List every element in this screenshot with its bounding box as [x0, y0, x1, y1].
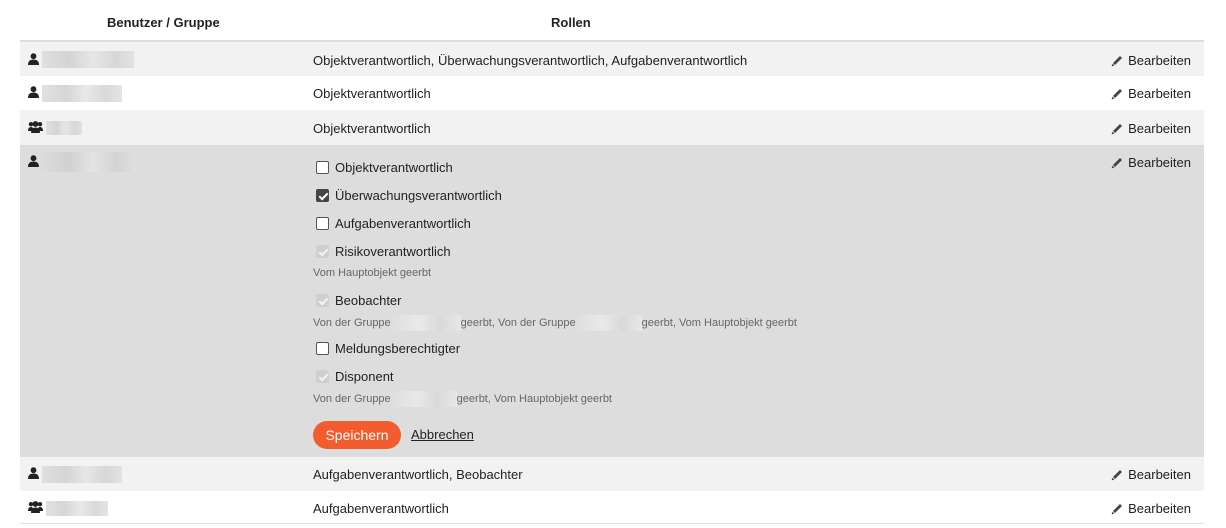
inheritance-note: Von der Gruppe geerbt, Von der Gruppe geer…: [313, 315, 797, 331]
checkbox-disabled: [316, 294, 329, 307]
edit-label: Bearbeiten: [1128, 501, 1191, 516]
table-row: Objektverantwortlich Bearbeiten: [20, 110, 1204, 145]
column-header-user-group: Benutzer / Gruppe: [107, 15, 220, 30]
pencil-icon: [1111, 504, 1123, 515]
redacted-group: [390, 391, 457, 407]
redacted-name: [42, 85, 122, 102]
note-text: geerbt, Vom Hauptobjekt geerbt: [456, 392, 612, 405]
edit-label: Bearbeiten: [1128, 53, 1191, 68]
pencil-icon: [1111, 124, 1123, 135]
option-label: Objektverantwortlich: [335, 160, 453, 175]
redacted-name: [40, 152, 136, 172]
redacted-name: [42, 51, 134, 68]
pencil-icon: [1111, 158, 1123, 169]
note-text: Von der Gruppe: [313, 316, 391, 329]
edit-button[interactable]: Bearbeiten: [1111, 86, 1191, 101]
role-option-ueberwachungsverantwortlich[interactable]: Überwachungsverantwortlich: [316, 188, 502, 203]
note-text: Von der Gruppe: [313, 392, 391, 405]
user-icon: [28, 467, 39, 482]
table-row: Aufgabenverantwortlich Bearbeiten: [20, 491, 1204, 523]
cancel-link[interactable]: Abbrechen: [411, 427, 474, 442]
save-button[interactable]: Speichern: [313, 421, 401, 449]
inheritance-note: Vom Hauptobjekt geerbt: [313, 267, 432, 279]
user-icon: [28, 53, 39, 68]
edit-label: Bearbeiten: [1128, 86, 1191, 101]
note-text: geerbt, Von der Gruppe: [460, 316, 576, 329]
checkbox[interactable]: [316, 189, 329, 202]
roles-text: Objektverantwortlich, Überwachungsverant…: [313, 53, 748, 68]
note-text: geerbt, Vom Hauptobjekt geerbt: [641, 316, 797, 329]
option-label: Disponent: [335, 369, 394, 384]
edit-label: Bearbeiten: [1128, 155, 1191, 170]
edit-button[interactable]: Bearbeiten: [1111, 501, 1191, 516]
table-row: Objektverantwortlich, Überwachungsverant…: [20, 42, 1204, 76]
redacted-group: [390, 315, 461, 331]
column-header-roles: Rollen: [551, 15, 591, 30]
group-icon: [28, 501, 43, 516]
inheritance-note: Von der Gruppe geerbt, Vom Hauptobjekt ge…: [313, 391, 612, 407]
checkbox-disabled: [316, 370, 329, 383]
role-option-aufgabenverantwortlich[interactable]: Aufgabenverantwortlich: [316, 216, 471, 231]
roles-text: Aufgabenverantwortlich: [313, 501, 449, 516]
edit-button[interactable]: Bearbeiten: [1111, 121, 1191, 136]
option-label: Meldungsberechtigter: [335, 341, 461, 356]
roles-text: Objektverantwortlich: [313, 121, 431, 136]
option-label: Aufgabenverantwortlich: [335, 216, 471, 231]
group-icon: [28, 121, 43, 136]
redacted-name: [46, 121, 82, 135]
checkbox[interactable]: [316, 217, 329, 230]
redacted-group: [575, 315, 642, 331]
checkbox[interactable]: [316, 342, 329, 355]
roles-text: Aufgabenverantwortlich, Beobachter: [313, 467, 523, 482]
pencil-icon: [1111, 89, 1123, 100]
user-icon: [28, 86, 39, 101]
roles-text: Objektverantwortlich: [313, 86, 431, 101]
pencil-icon: [1111, 470, 1123, 481]
option-label: Risikoverantwortlich: [335, 244, 451, 259]
table-row: Objektverantwortlich Bearbeiten: [20, 76, 1204, 110]
option-label: Beobachter: [335, 293, 402, 308]
table-row: Aufgabenverantwortlich, Beobachter Bearb…: [20, 457, 1204, 491]
table-row-editing: Objektverantwortlich Überwachungsverantw…: [20, 145, 1204, 457]
pencil-icon: [1111, 56, 1123, 67]
role-option-meldungsberechtigter[interactable]: Meldungsberechtigter: [316, 341, 460, 356]
table-bottom-border: [20, 523, 1204, 524]
user-icon: [28, 155, 39, 170]
table-header: Benutzer / Gruppe Rollen: [20, 0, 1204, 42]
role-option-objektverantwortlich[interactable]: Objektverantwortlich: [316, 160, 453, 175]
checkbox-disabled: [316, 245, 329, 258]
edit-label: Bearbeiten: [1128, 467, 1191, 482]
role-option-beobachter: Beobachter: [316, 293, 402, 308]
edit-button[interactable]: Bearbeiten: [1111, 53, 1191, 68]
edit-button[interactable]: Bearbeiten: [1111, 155, 1191, 170]
checkbox[interactable]: [316, 161, 329, 174]
edit-button[interactable]: Bearbeiten: [1111, 467, 1191, 482]
role-option-disponent: Disponent: [316, 369, 394, 384]
option-label: Überwachungsverantwortlich: [335, 188, 502, 203]
edit-label: Bearbeiten: [1128, 121, 1191, 136]
redacted-name: [42, 466, 122, 483]
role-option-risikoverantwortlich: Risikoverantwortlich: [316, 244, 451, 259]
redacted-name: [46, 501, 108, 516]
